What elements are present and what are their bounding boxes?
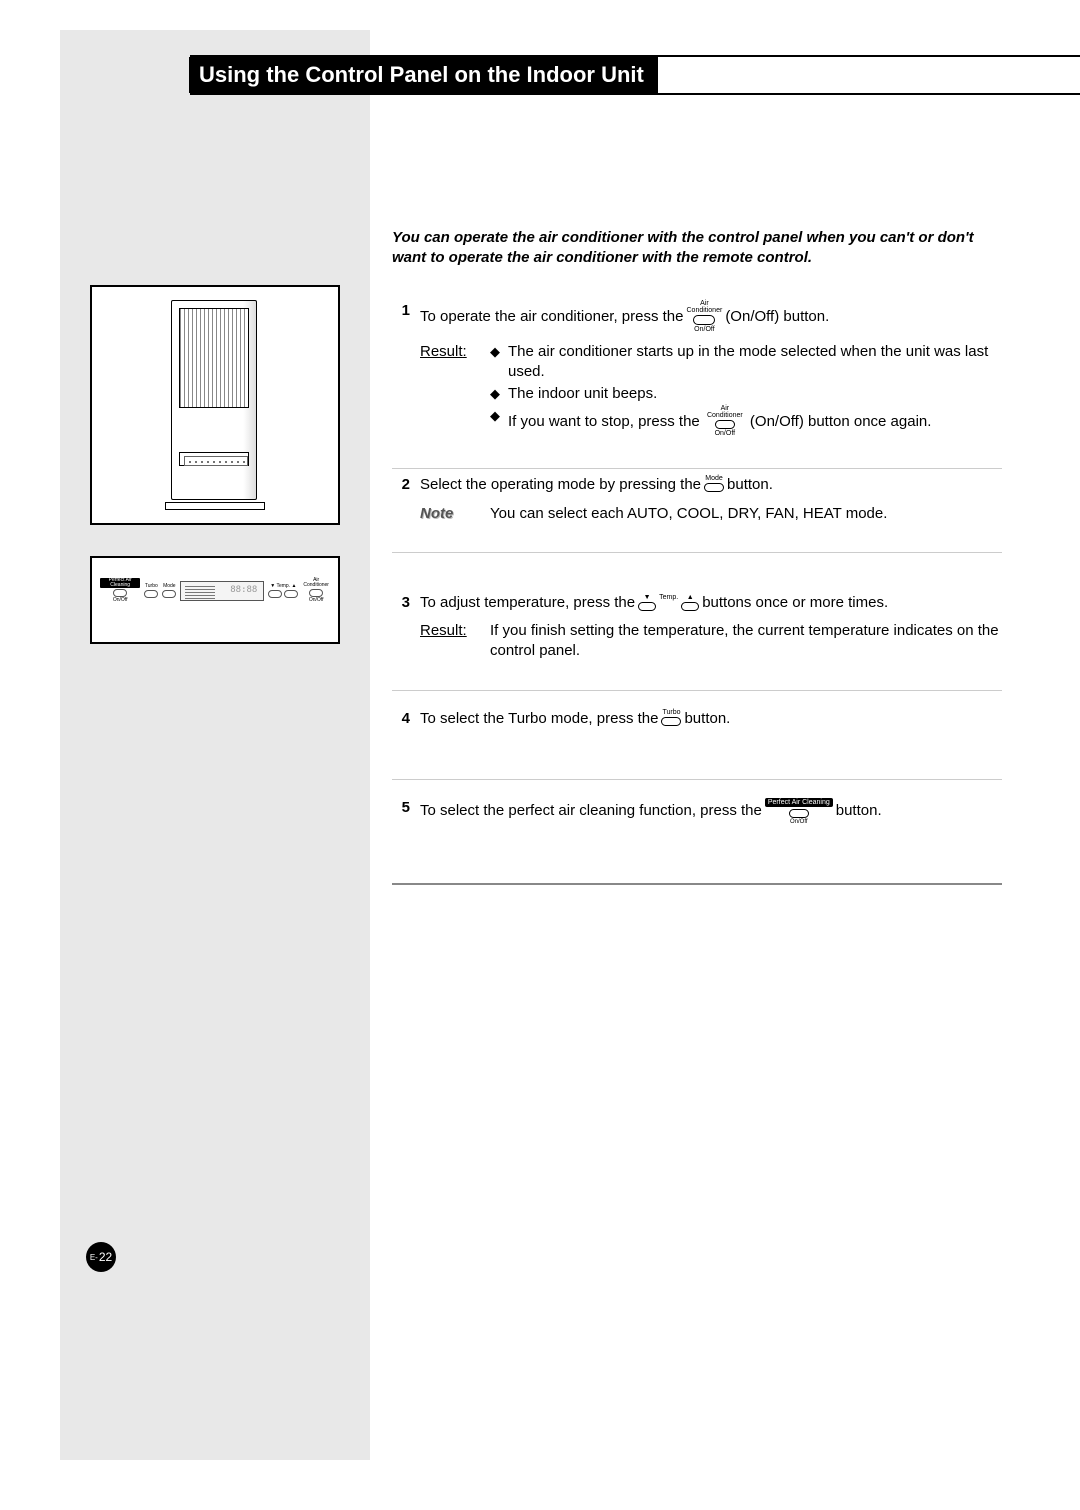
diamond-bullet-icon: ◆ [490, 384, 500, 404]
result-text: If you want to stop, press the Air Condi… [508, 406, 931, 438]
step-number: 5 [392, 798, 420, 825]
page-title: Using the Control Panel on the Indoor Un… [189, 57, 658, 93]
button-suffix: (On/Off) button [725, 307, 825, 327]
indoor-unit-illustration [90, 285, 340, 525]
result-text: The air conditioner starts up in the mod… [508, 342, 1002, 383]
control-panel-illustration: Perfect Air Cleaning On/Off Turbo Mode ▼… [90, 556, 340, 644]
diamond-bullet-icon: ◆ [490, 406, 500, 426]
unit-drawing [165, 300, 265, 510]
result-label: Result: [420, 342, 490, 441]
step-3: 3 To adjust temperature, press the ▼ Tem… [392, 553, 1002, 680]
step-text: button. [836, 801, 882, 821]
step-text: buttons once or more times. [702, 593, 888, 613]
step-text: To operate the air conditioner, press th… [420, 307, 684, 327]
result-text: If you finish setting the temperature, t… [490, 621, 1002, 662]
step-text: To select the perfect air cleaning funct… [420, 801, 762, 821]
step-text: button. [727, 475, 773, 495]
step-number: 3 [392, 593, 420, 662]
step-text: To adjust temperature, press the [420, 593, 635, 613]
result-text: The indoor unit beeps. [508, 384, 657, 404]
step-2: 2 Select the operating mode by pressing … [392, 469, 1002, 542]
panel-button-icon [309, 589, 323, 597]
panel-button-icon [144, 590, 158, 598]
content-area: You can operate the air conditioner with… [392, 228, 1002, 885]
panel-label-perfect-air: Perfect Air Cleaning [100, 578, 140, 588]
panel-button-icon [162, 590, 176, 598]
panel-label-turbo: Turbo [145, 584, 158, 589]
temp-buttons-icon: ▼ Temp. ▲ [638, 594, 699, 612]
perfect-air-cleaning-button-icon: Perfect Air Cleaning On/Off [765, 798, 833, 825]
step-text: To select the Turbo mode, press the [420, 709, 658, 729]
step-text: button. [684, 709, 730, 729]
title-bar: Using the Control Panel on the Indoor Un… [190, 55, 1080, 95]
diamond-bullet-icon: ◆ [490, 342, 500, 362]
panel-label-mode: Mode [163, 584, 176, 589]
step-4: 4 To select the Turbo mode, press the Tu… [392, 691, 1002, 769]
separator [392, 883, 1002, 885]
page-number-badge: E-22 [86, 1242, 116, 1272]
note-label: Note [420, 504, 490, 524]
panel-display-icon [180, 581, 264, 601]
step-number: 2 [392, 475, 420, 524]
panel-label-ac: Air Conditioner [302, 578, 330, 588]
step-text: Select the operating mode by pressing th… [420, 475, 701, 495]
intro-text: You can operate the air conditioner with… [392, 228, 1002, 269]
step-number: 4 [392, 709, 420, 729]
step-number: 1 [392, 301, 420, 441]
note-text: You can select each AUTO, COOL, DRY, FAN… [490, 504, 1002, 524]
step-5: 5 To select the perfect air cleaning fun… [392, 780, 1002, 875]
panel-button-icon [113, 589, 127, 597]
step-1: 1 To operate the air conditioner, press … [392, 295, 1002, 459]
panel-button-icon [284, 590, 298, 598]
panel-button-icon [268, 590, 282, 598]
result-label: Result: [420, 621, 490, 662]
mode-button-icon: Mode [704, 475, 724, 493]
turbo-button-icon: Turbo [661, 709, 681, 727]
onoff-button-icon: Air Conditioner On/Off [687, 300, 723, 333]
onoff-button-icon: Air Conditioner On/Off [707, 405, 743, 437]
